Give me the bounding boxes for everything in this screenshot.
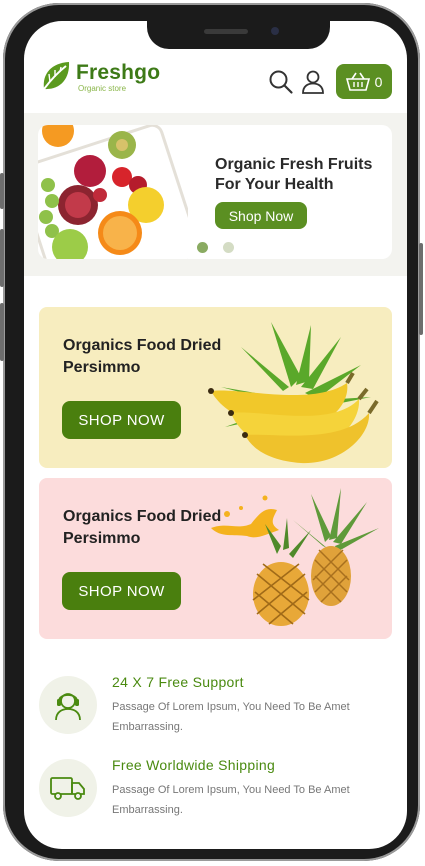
leaf-logo-icon [43,62,70,90]
banana-image [208,322,379,464]
app-header: Freshgo Organic store 0 [24,53,407,113]
phone-volume-button [0,303,4,361]
hero-title: Organic Fresh Fruits For Your Health [215,156,373,193]
promo-banner-banana: Organics Food Dried Persimmo SHOP NOW [39,307,392,468]
fruit-tray-image [38,125,188,259]
slider-dot[interactable] [223,242,234,253]
brand-name: Freshgo [76,60,161,84]
slider-dot-active[interactable] [197,242,208,253]
phone-frame: Freshgo Organic store 0 Organic Fresh Fr… [0,3,423,861]
shop-now-button[interactable]: SHOP NOW [62,401,181,439]
notch-camera [271,27,279,35]
brand-logo[interactable]: Freshgo Organic store [40,59,160,95]
phone-notch [147,21,330,49]
feature-support: 24 X 7 Free Support Passage Of Lorem Ips… [39,670,399,738]
promo-banner-pineapple: Organics Food Dried Persimmo SHOP NOW [39,478,392,639]
notch-speaker [204,29,248,34]
feature-description: Passage Of Lorem Ipsum, You Need To Be A… [112,701,350,733]
user-icon[interactable] [300,69,326,95]
phone-volume-button [0,229,4,287]
feature-shipping: Free Worldwide Shipping Passage Of Lorem… [39,753,399,821]
phone-side-button [0,173,4,209]
feature-description: Passage Of Lorem Ipsum, You Need To Be A… [112,784,350,816]
feature-title: Free Worldwide Shipping [112,757,276,773]
brand-tagline: Organic store [78,83,127,93]
truck-icon [39,759,97,817]
app-screen: Freshgo Organic store 0 Organic Fresh Fr… [24,21,407,849]
shop-now-button[interactable]: SHOP NOW [62,572,181,610]
support-agent-icon [39,676,97,734]
hero-slide: Organic Fresh Fruits For Your Health Sho… [38,125,392,259]
phone-power-button [419,243,423,335]
basket-icon [345,72,370,91]
cart-button[interactable]: 0 [336,64,392,99]
pineapple-image [211,488,379,626]
hero-shop-now-button[interactable]: Shop Now [215,202,307,229]
feature-title: 24 X 7 Free Support [112,674,244,690]
search-icon[interactable] [268,69,294,95]
cart-count: 0 [374,73,383,90]
